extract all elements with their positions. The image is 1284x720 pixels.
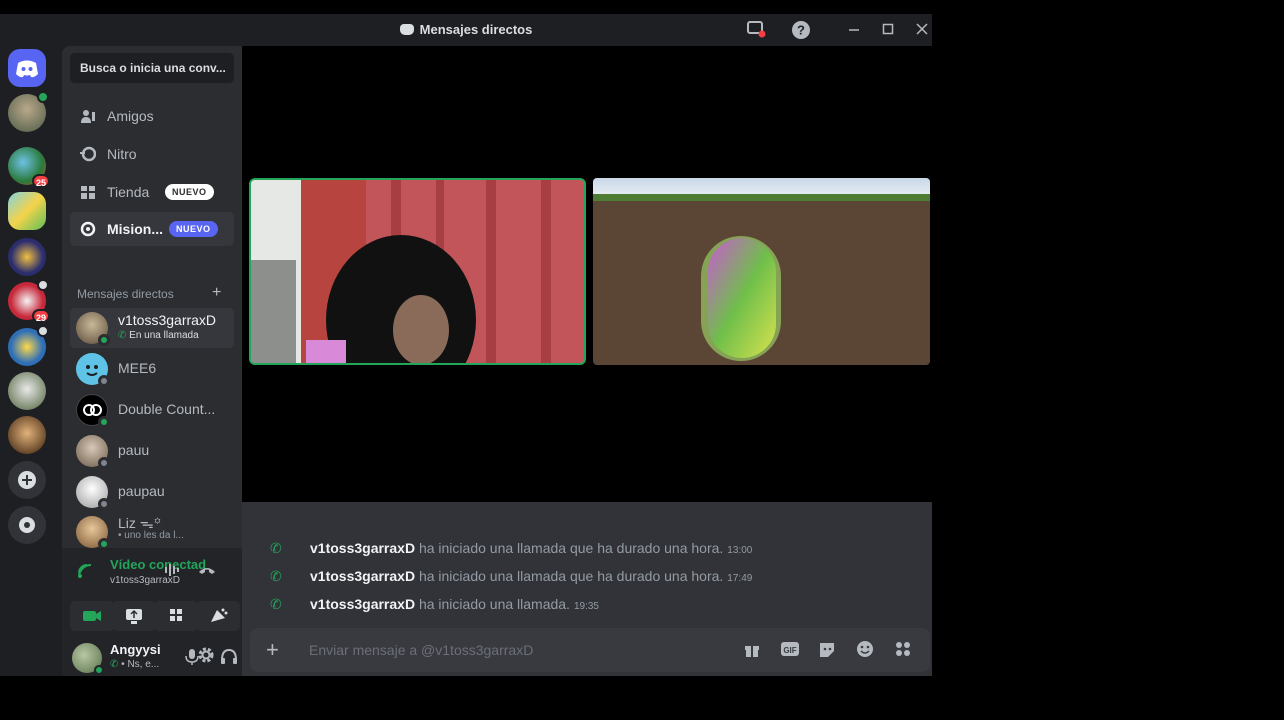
status-offline-icon — [98, 375, 110, 387]
soundboard-button[interactable] — [196, 601, 240, 631]
new-badge: NUEVO — [165, 184, 214, 200]
title-bar: Mensajes directos ? — [0, 14, 932, 46]
server-globe-icon[interactable]: 25 — [8, 147, 50, 188]
discover-icon[interactable] — [8, 506, 46, 544]
username: Angyysi — [110, 642, 161, 657]
noise-suppression-icon[interactable] — [164, 562, 182, 583]
phone-icon: ✆ — [270, 540, 282, 556]
voice-panel: Vídeo conectad v1toss3garraxD — [62, 548, 242, 638]
call-log-message: ✆ v1toss3garraxD ha iniciado una llamada … — [270, 540, 753, 556]
settings-icon[interactable] — [197, 646, 215, 669]
new-badge: NUEVO — [169, 221, 218, 237]
activity-button[interactable] — [154, 601, 198, 631]
server-dog-icon[interactable] — [8, 372, 46, 410]
chat-area: ✆ v1toss3garraxD ha iniciado una llamada … — [242, 502, 932, 676]
signal-icon — [76, 562, 94, 585]
nav-friends[interactable]: Amigos — [70, 99, 234, 133]
screen-share-button[interactable] — [112, 601, 156, 631]
headphones-icon[interactable] — [220, 648, 238, 671]
message-input[interactable]: Enviar mensaje a @v1toss3garraxD — [309, 642, 533, 658]
nav-quests[interactable]: Mision... NUEVO — [70, 212, 234, 246]
nitro-icon — [80, 146, 97, 162]
camera-button[interactable] — [70, 601, 114, 631]
server-cartoon-icon[interactable] — [8, 192, 46, 230]
discord-home-icon[interactable] — [8, 49, 46, 87]
dm-item[interactable]: Double Count... — [70, 390, 234, 430]
soundboard-icon — [211, 608, 228, 622]
add-attachment-icon[interactable]: + — [266, 637, 279, 663]
call-log-message: ✆ v1toss3garraxD ha iniciado una llamada … — [270, 568, 753, 584]
shop-icon — [80, 184, 96, 200]
nav-nitro[interactable]: Nitro — [70, 137, 234, 171]
phone-icon: ✆ — [270, 596, 282, 612]
svg-text:?: ? — [797, 23, 805, 38]
disconnect-icon[interactable] — [197, 563, 217, 582]
dm-sidebar: Busca o inicia una conv... Amigos Nitro … — [62, 46, 242, 676]
status-online-icon — [98, 538, 110, 548]
server-game-icon[interactable] — [8, 325, 49, 366]
status-offline-icon — [98, 457, 110, 469]
create-dm-icon[interactable]: + — [212, 284, 221, 302]
dm-item[interactable]: pauu — [70, 431, 234, 471]
server-red-icon[interactable]: 29 — [8, 279, 50, 323]
phone-icon: ✆ — [270, 568, 282, 584]
dm-header: Mensajes directos — [77, 287, 174, 301]
call-status: ✆ En una llamada — [118, 330, 199, 341]
maximize-icon[interactable] — [877, 20, 899, 40]
status-offline-icon — [98, 498, 110, 510]
user-panel: Angyysi ✆ • Ns, e... — [62, 638, 242, 676]
server-cat-icon[interactable] — [8, 416, 46, 454]
message-composer[interactable]: + Enviar mensaje a @v1toss3garraxD GIF — [250, 628, 930, 672]
call-log-message: ✆ v1toss3garraxD ha iniciado una llamada.… — [270, 596, 599, 612]
custom-status: ✆ • Ns, e... — [110, 659, 160, 670]
close-icon[interactable] — [911, 20, 932, 40]
friends-icon — [80, 108, 96, 124]
discord-icon — [399, 24, 414, 35]
emoji-icon[interactable] — [855, 640, 875, 660]
server-drawing-icon[interactable] — [8, 238, 46, 276]
video-tile-local[interactable] — [593, 178, 930, 365]
apps-icon[interactable] — [893, 640, 913, 660]
discord-window: Mensajes directos ? 25 29 Busca o inicia… — [0, 14, 932, 676]
status-online-icon — [98, 334, 110, 346]
gif-icon[interactable]: GIF — [780, 640, 800, 660]
screen-share-icon — [126, 609, 142, 624]
video-call-area — [242, 46, 932, 502]
server-avatar-icon[interactable] — [8, 91, 49, 132]
phone-icon: ✆ — [110, 659, 119, 670]
status-online-icon — [98, 416, 110, 428]
sticker-icon[interactable] — [817, 640, 837, 660]
server-rail: 25 29 — [0, 46, 56, 676]
help-icon[interactable]: ? — [790, 20, 812, 40]
add-server-button[interactable] — [8, 461, 46, 499]
camera-icon — [83, 611, 101, 621]
search-button[interactable]: Busca o inicia una conv... — [70, 53, 234, 83]
status-online-icon — [94, 665, 104, 675]
quests-icon — [80, 221, 96, 237]
video-tile-remote[interactable] — [249, 178, 586, 365]
nav-shop[interactable]: Tienda NUEVO — [70, 175, 234, 209]
minimize-icon[interactable] — [843, 20, 865, 40]
activity-icon — [170, 609, 182, 621]
dm-item[interactable]: paupau — [70, 472, 234, 512]
dm-item[interactable]: MEE6 — [70, 349, 234, 389]
phone-icon: ✆ — [118, 330, 127, 341]
dm-item[interactable]: v1toss3garraxD ✆ En una llamada — [70, 308, 234, 348]
svg-text:GIF: GIF — [783, 646, 796, 655]
dm-item[interactable]: Liz ᯓ꙳ • uno les da l... — [70, 512, 234, 548]
inbox-icon[interactable] — [745, 20, 767, 40]
gift-icon[interactable] — [742, 640, 762, 660]
